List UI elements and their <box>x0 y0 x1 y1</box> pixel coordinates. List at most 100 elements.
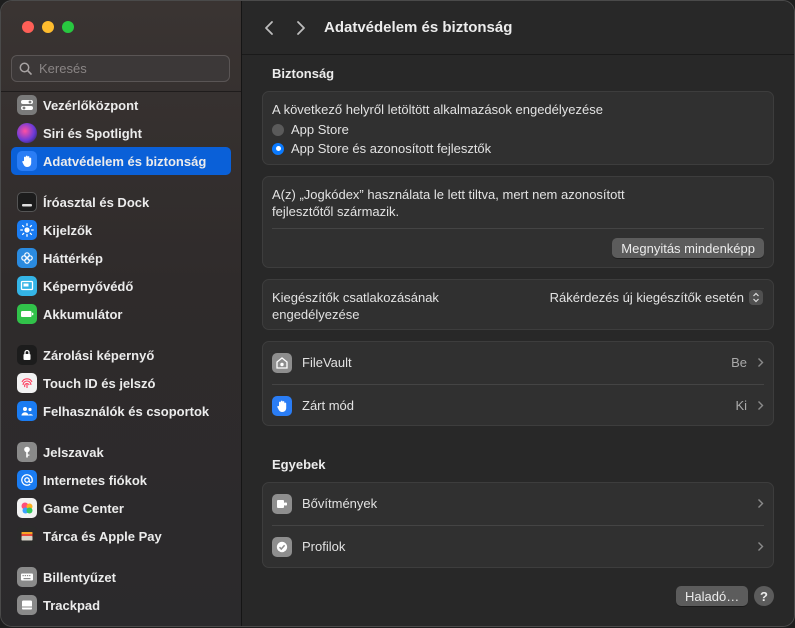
open-anyway-button[interactable]: Megnyitás mindenképp <box>612 238 764 258</box>
extensions-label: Bővítmények <box>302 496 378 511</box>
game-center-icon <box>17 498 37 518</box>
sidebar-item-passwords[interactable]: Jelszavak <box>11 438 231 466</box>
page-title: Adatvédelem és biztonság <box>324 19 513 36</box>
dock-icon <box>17 192 37 212</box>
radio-button[interactable] <box>272 142 284 155</box>
settings-window: Vezérlőközpont Siri és Spotlight Adatvéd… <box>1 1 794 626</box>
sidebar-item-label: Kijelzők <box>43 222 93 238</box>
sidebar: Vezérlőközpont Siri és Spotlight Adatvéd… <box>1 1 242 626</box>
radio-app-store-identified[interactable]: App Store és azonosított fejlesztők <box>272 141 491 156</box>
sidebar-item-desktop-dock[interactable]: Íróasztal és Dock <box>11 188 231 216</box>
users-icon <box>17 401 37 421</box>
extensions-icon <box>272 494 292 514</box>
key-icon <box>17 442 37 462</box>
screensaver-icon <box>17 276 37 296</box>
sidebar-item-siri[interactable]: Siri és Spotlight <box>11 119 231 147</box>
chevron-right-icon <box>758 542 764 551</box>
sidebar-item-label: Akkumulátor <box>43 306 123 322</box>
sidebar-item-wallpaper[interactable]: Háttérkép <box>11 244 231 272</box>
forward-button[interactable] <box>288 15 314 41</box>
sidebar-item-privacy-security[interactable]: Adatvédelem és biztonság <box>11 147 231 175</box>
wallet-icon <box>17 526 37 546</box>
sidebar-item-wallet[interactable]: Tárca és Apple Pay <box>11 522 231 550</box>
sidebar-item-users-groups[interactable]: Felhasználók és csoportok <box>11 397 231 425</box>
radio-label: App Store és azonosított fejlesztők <box>291 141 492 156</box>
chevron-right-icon <box>758 401 764 410</box>
section-heading-security: Biztonság <box>272 66 335 81</box>
sidebar-item-displays[interactable]: Kijelzők <box>11 216 231 244</box>
close-button[interactable] <box>22 21 34 33</box>
sidebar-item-label: Game Center <box>43 500 124 516</box>
sidebar-item-label: Íróasztal és Dock <box>43 194 150 210</box>
radio-button[interactable] <box>272 123 284 136</box>
sidebar-item-label: Trackpad <box>43 597 101 613</box>
at-icon <box>17 470 37 490</box>
sidebar-item-internet-accounts[interactable]: Internetes fiókok <box>11 466 231 494</box>
profiles-row[interactable]: Profilok <box>263 526 773 568</box>
filevault-value: Be <box>731 355 747 370</box>
chevron-left-icon <box>265 20 273 35</box>
accessories-popup-value: Rákérdezés új kiegészítők esetén <box>549 290 744 305</box>
search-icon <box>19 62 32 75</box>
accessories-label-line1: Kiegészítők csatlakozásának <box>272 290 439 305</box>
sidebar-item-label: Zárolási képernyő <box>43 347 155 363</box>
battery-icon <box>17 304 37 324</box>
sidebar-item-label: Háttérkép <box>43 250 103 266</box>
advanced-button[interactable]: Haladó… <box>676 586 749 606</box>
sidebar-item-label: Internetes fiókok <box>43 472 148 488</box>
siri-icon <box>17 123 37 143</box>
chevron-right-icon <box>758 499 764 508</box>
checkmark-seal-icon <box>272 537 292 557</box>
sidebar-item-game-center[interactable]: Game Center <box>11 494 231 522</box>
blocked-app-card: A(z) „Jogkódex” használata le lett tiltv… <box>262 176 774 268</box>
accessories-label-line2: engedélyezése <box>272 307 360 322</box>
sidebar-item-screensaver[interactable]: Képernyővédő <box>11 272 231 300</box>
minimize-button[interactable] <box>42 21 54 33</box>
extensions-row[interactable]: Bővítmények <box>263 483 773 525</box>
blocked-app-message-line2: fejlesztőtől származik. <box>272 204 400 219</box>
radio-label: App Store <box>291 122 349 137</box>
sidebar-item-touch-id[interactable]: Touch ID és jelszó <box>11 369 231 397</box>
blocked-app-message-line1: A(z) „Jogkódex” használata le lett tiltv… <box>272 187 625 202</box>
search-input[interactable] <box>37 60 221 77</box>
filevault-row[interactable]: FileVault Be <box>263 342 773 384</box>
profiles-label: Profilok <box>302 539 346 554</box>
section-heading-others: Egyebek <box>272 457 326 472</box>
sidebar-item-keyboard[interactable]: Billentyűzet <box>11 563 231 591</box>
others-card: Bővítmények Profilok <box>262 482 774 568</box>
window-controls <box>22 21 74 33</box>
sidebar-item-label: Vezérlőközpont <box>43 97 139 113</box>
hand-icon <box>272 396 292 416</box>
main-pane: Adatvédelem és biztonság Biztonság A köv… <box>242 1 794 626</box>
allow-apps-card: A következő helyről letöltött alkalmazás… <box>262 91 774 165</box>
zoom-button[interactable] <box>62 21 74 33</box>
lockdown-mode-row[interactable]: Zárt mód Ki <box>263 385 773 427</box>
radio-app-store[interactable]: App Store <box>272 122 349 137</box>
search-field[interactable] <box>11 55 230 82</box>
allow-apps-label: A következő helyről letöltött alkalmazás… <box>272 102 603 117</box>
sun-icon <box>17 220 37 240</box>
sidebar-item-lock-screen[interactable]: Zárolási képernyő <box>11 341 231 369</box>
lockdown-mode-label: Zárt mód <box>302 398 355 413</box>
filevault-label: FileVault <box>302 355 352 370</box>
sidebar-item-label: Siri és Spotlight <box>43 125 142 141</box>
chevron-right-icon <box>758 358 764 367</box>
sidebar-item-label: Jelszavak <box>43 444 104 460</box>
sidebar-item-label: Billentyűzet <box>43 569 116 585</box>
sidebar-item-battery[interactable]: Akkumulátor <box>11 300 231 328</box>
sidebar-item-label: Felhasználók és csoportok <box>43 403 210 419</box>
back-button[interactable] <box>256 15 282 41</box>
lock-screen-icon <box>17 345 37 365</box>
wallpaper-icon <box>17 248 37 268</box>
accessories-popup[interactable]: Rákérdezés új kiegészítők esetén <box>550 290 763 305</box>
filevault-icon <box>272 353 292 373</box>
filevault-lockdown-card: FileVault Be Zárt mód Ki <box>262 341 774 426</box>
sidebar-item-trackpad[interactable]: Trackpad <box>11 591 231 619</box>
sidebar-item-label: Képernyővédő <box>43 278 134 294</box>
sidebar-item-control-center[interactable]: Vezérlőközpont <box>11 91 231 119</box>
keyboard-icon <box>17 567 37 587</box>
hand-icon <box>17 151 37 171</box>
control-center-icon <box>17 95 37 115</box>
help-button[interactable]: ? <box>754 586 774 606</box>
toolbar: Adatvédelem és biztonság <box>242 1 794 55</box>
